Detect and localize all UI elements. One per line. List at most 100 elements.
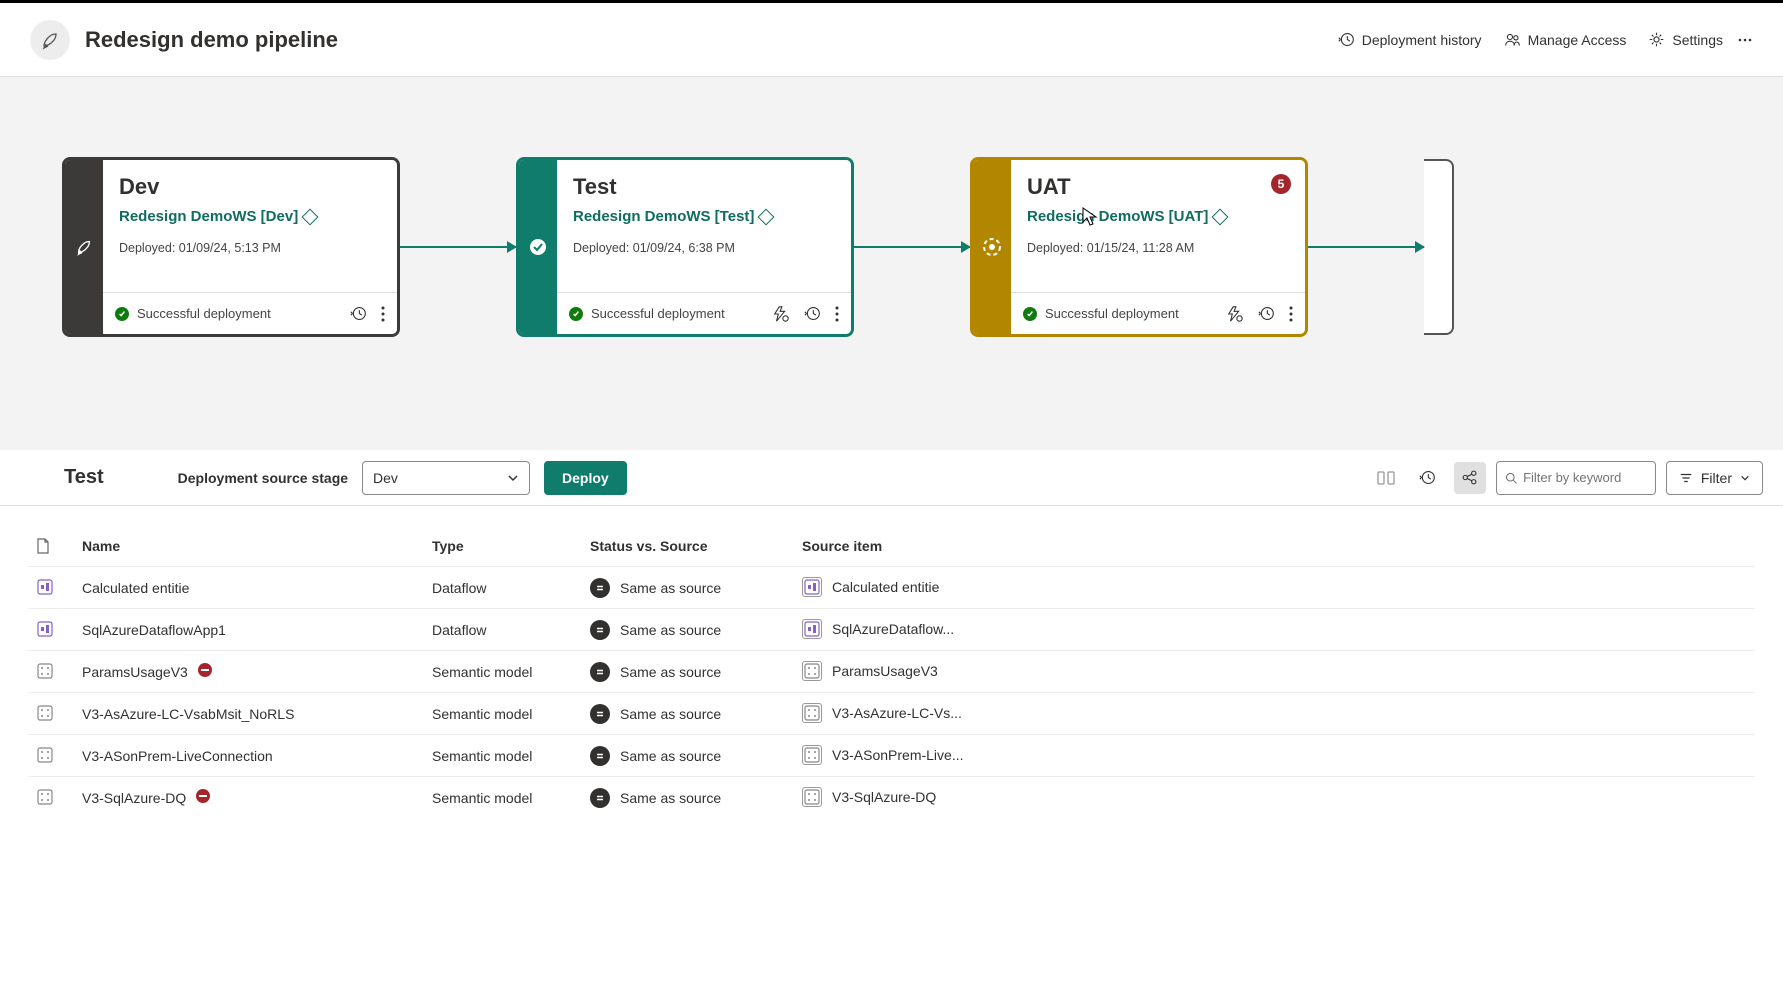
deploy-button[interactable]: Deploy <box>544 461 627 495</box>
source-item-icon <box>802 577 822 597</box>
item-name: V3-AsAzure-LC-VsabMsit_NoRLS <box>74 693 424 735</box>
lineage-toggle[interactable] <box>1454 462 1486 494</box>
items-table-wrap: Name Type Status vs. Source Source item … <box>0 506 1783 818</box>
source-item[interactable]: V3-SqlAzure-DQ <box>802 787 936 807</box>
source-item[interactable]: Calculated entitie <box>802 577 939 597</box>
workspace-link[interactable]: Redesign DemoWS [Dev] <box>119 208 381 225</box>
status-same-as-source: Same as source <box>590 620 721 640</box>
source-item-icon <box>802 619 822 639</box>
stage-name: UAT <box>1027 174 1289 200</box>
stage-arrow <box>400 246 516 248</box>
col-type-header[interactable]: Type <box>424 526 582 567</box>
table-row[interactable]: SqlAzureDataflowApp1DataflowSame as sour… <box>28 609 1755 651</box>
table-row[interactable]: V3-SqlAzure-DQ Semantic modelSame as sou… <box>28 777 1755 819</box>
detail-toolbar: Test Deployment source stage Dev Deploy … <box>0 450 1783 506</box>
deployment-history-label: Deployment history <box>1362 32 1482 48</box>
success-icon <box>569 307 583 321</box>
stage-more-menu[interactable] <box>381 306 385 322</box>
source-stage-dropdown[interactable]: Dev <box>362 461 530 495</box>
search-icon <box>1505 471 1517 485</box>
table-row[interactable]: V3-AsAzure-LC-VsabMsit_NoRLSSemantic mod… <box>28 693 1755 735</box>
settings-label: Settings <box>1672 32 1723 48</box>
source-stage-label: Deployment source stage <box>178 470 348 486</box>
history-icon <box>1419 469 1436 486</box>
item-name: Calculated entitie <box>74 567 424 609</box>
item-type-icon <box>36 662 54 680</box>
settings-button[interactable]: Settings <box>1648 31 1723 48</box>
workspace-link[interactable]: Redesign DemoWS [UAT] <box>1027 208 1289 225</box>
stage-card-dev[interactable]: DevRedesign DemoWS [Dev] Deployed: 01/09… <box>62 157 400 337</box>
history-toggle[interactable] <box>1412 462 1444 494</box>
item-type: Dataflow <box>424 567 582 609</box>
pipeline-canvas: DevRedesign DemoWS [Dev] Deployed: 01/09… <box>0 77 1783 450</box>
stage-status-strip <box>519 160 557 334</box>
warning-icon <box>198 663 212 677</box>
source-item[interactable]: V3-ASonPrem-Live... <box>802 745 964 765</box>
col-source-header[interactable]: Source item <box>794 526 1755 567</box>
compare-toggle[interactable] <box>1370 462 1402 494</box>
table-row[interactable]: ParamsUsageV3 Semantic modelSame as sour… <box>28 651 1755 693</box>
deployment-history-button[interactable]: Deployment history <box>1338 31 1482 48</box>
stage-arrow <box>1308 246 1424 248</box>
filter-search[interactable] <box>1496 461 1656 495</box>
equal-icon <box>590 746 610 766</box>
filter-button[interactable]: Filter <box>1666 461 1763 495</box>
success-icon <box>115 307 129 321</box>
success-icon <box>1023 307 1037 321</box>
stage-more-menu[interactable] <box>1289 306 1293 322</box>
stage-card-test[interactable]: TestRedesign DemoWS [Test] Deployed: 01/… <box>516 157 854 337</box>
table-row[interactable]: V3-ASonPrem-LiveConnectionSemantic model… <box>28 735 1755 777</box>
chevron-down-icon <box>1740 473 1750 483</box>
premium-icon <box>302 208 319 225</box>
items-table: Name Type Status vs. Source Source item … <box>28 526 1755 818</box>
more-menu[interactable] <box>1737 32 1753 48</box>
warning-icon <box>196 789 210 803</box>
source-item[interactable]: ParamsUsageV3 <box>802 661 938 681</box>
header-bar: Redesign demo pipeline Deployment histor… <box>0 0 1783 77</box>
col-status-header[interactable]: Status vs. Source <box>582 526 794 567</box>
manage-access-button[interactable]: Manage Access <box>1504 31 1627 48</box>
status-same-as-source: Same as source <box>590 788 721 808</box>
filter-input[interactable] <box>1523 470 1647 485</box>
deployment-status: Successful deployment <box>137 306 271 321</box>
source-item[interactable]: SqlAzureDataflow... <box>802 619 954 639</box>
stage-history-icon[interactable] <box>350 305 367 322</box>
status-same-as-source: Same as source <box>590 746 721 766</box>
item-name: V3-SqlAzure-DQ <box>74 777 424 819</box>
premium-icon <box>1212 208 1229 225</box>
deployed-timestamp: Deployed: 01/15/24, 11:28 AM <box>1027 241 1289 255</box>
pipeline-icon <box>30 20 70 60</box>
deployment-status: Successful deployment <box>1045 306 1179 321</box>
stage-history-icon[interactable] <box>1258 305 1275 322</box>
stage-arrow <box>854 246 970 248</box>
stage-card-uat[interactable]: 5UATRedesign DemoWS [UAT] Deployed: 01/1… <box>970 157 1308 337</box>
stage-name: Test <box>573 174 835 200</box>
deployed-timestamp: Deployed: 01/09/24, 5:13 PM <box>119 241 381 255</box>
filter-icon <box>1679 471 1693 485</box>
status-same-as-source: Same as source <box>590 704 721 724</box>
equal-icon <box>590 662 610 682</box>
table-row[interactable]: Calculated entitieDataflowSame as source… <box>28 567 1755 609</box>
stage-history-icon[interactable] <box>804 305 821 322</box>
stages-row: DevRedesign DemoWS [Dev] Deployed: 01/09… <box>0 157 1783 337</box>
status-same-as-source: Same as source <box>590 578 721 598</box>
deployment-rules-icon[interactable] <box>772 305 790 323</box>
item-type-icon <box>36 788 54 806</box>
item-name: V3-ASonPrem-LiveConnection <box>74 735 424 777</box>
workspace-link[interactable]: Redesign DemoWS [Test] <box>573 208 835 225</box>
item-name: SqlAzureDataflowApp1 <box>74 609 424 651</box>
item-type-icon <box>36 620 54 638</box>
stage-card-next-partial[interactable] <box>1424 159 1454 335</box>
item-type: Semantic model <box>424 735 582 777</box>
equal-icon <box>590 788 610 808</box>
history-icon <box>1338 31 1355 48</box>
deployment-status: Successful deployment <box>591 306 725 321</box>
stage-status-strip <box>973 160 1011 334</box>
manage-access-label: Manage Access <box>1528 32 1627 48</box>
source-item[interactable]: V3-AsAzure-LC-Vs... <box>802 703 962 723</box>
stage-more-menu[interactable] <box>835 306 839 322</box>
col-name-header[interactable]: Name <box>74 526 424 567</box>
gear-icon <box>1648 31 1665 48</box>
status-same-as-source: Same as source <box>590 662 721 682</box>
deployment-rules-icon[interactable] <box>1226 305 1244 323</box>
